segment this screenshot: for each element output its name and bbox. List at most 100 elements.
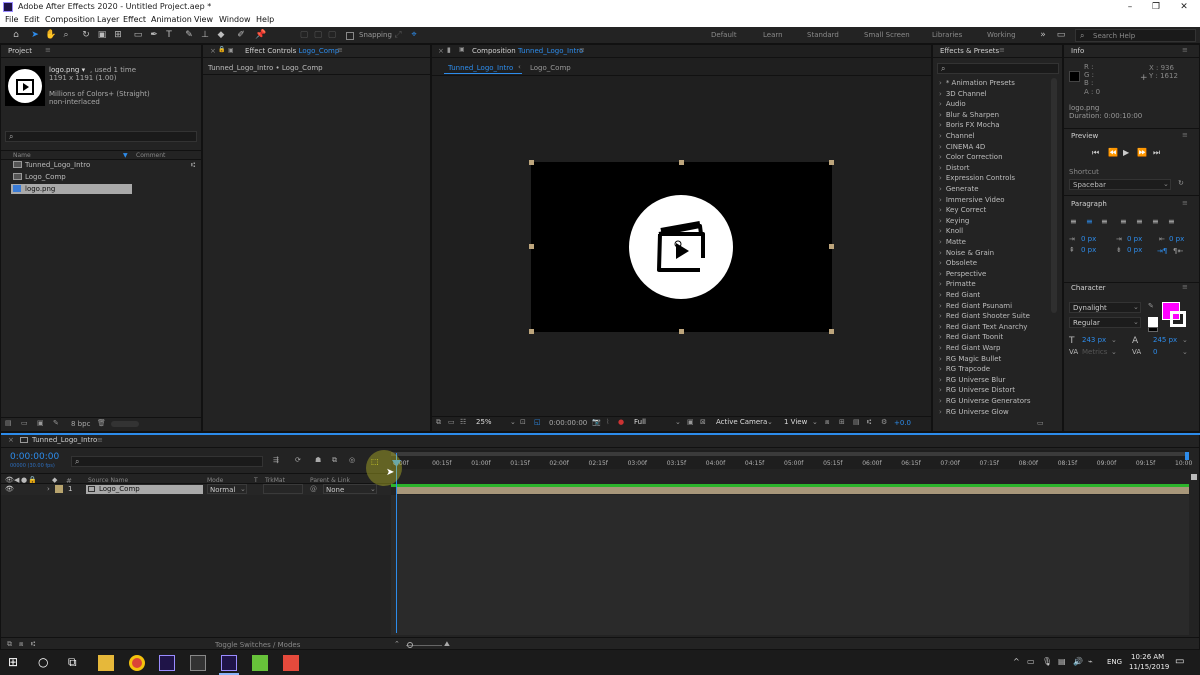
toggle-switches-modes-button[interactable]: Toggle Switches / Modes xyxy=(215,641,300,649)
pen-tool-icon[interactable]: ✒ xyxy=(148,29,160,41)
menu-composition[interactable]: Composition xyxy=(45,15,95,24)
exposure-value[interactable]: +0.0 xyxy=(894,419,911,427)
file-explorer-icon[interactable] xyxy=(98,655,114,671)
expand-chevron-icon[interactable]: › xyxy=(47,485,50,493)
menu-animation[interactable]: Animation xyxy=(151,15,192,24)
bounding-handle[interactable] xyxy=(679,160,684,165)
first-frame-icon[interactable]: ⏮ xyxy=(1092,148,1099,158)
new-composition-icon[interactable]: ▣ xyxy=(37,419,44,427)
bit-depth-label[interactable]: 8 bpc xyxy=(71,420,90,428)
brush-tool-icon[interactable]: ✎ xyxy=(183,29,195,41)
menu-file[interactable]: File xyxy=(5,15,18,24)
hand-tool-icon[interactable]: ✋ xyxy=(45,29,57,41)
layer-duration-bar[interactable] xyxy=(397,487,1189,494)
workspace-overflow-icon[interactable]: » xyxy=(1037,29,1049,41)
composition-lock-icon[interactable]: ▮ xyxy=(447,46,451,54)
clock-date[interactable]: 11/15/2019 xyxy=(1129,663,1169,671)
effects-category-item[interactable]: * Animation Presets xyxy=(939,79,1015,87)
rtl-direction-icon[interactable]: ¶⇤ xyxy=(1173,247,1183,255)
breadcrumb-child[interactable]: Logo_Comp xyxy=(530,64,571,72)
notepad-icon[interactable] xyxy=(190,655,206,671)
project-search-input[interactable]: ⌕ xyxy=(5,131,197,142)
menu-effect[interactable]: Effect xyxy=(123,15,146,24)
shy-layers-icon[interactable]: ☗ xyxy=(315,456,321,464)
toggle-mask-icon[interactable]: ⊡ xyxy=(520,418,526,426)
ltr-direction-icon[interactable]: ⇥¶ xyxy=(1157,247,1167,255)
font-family-dropdown[interactable]: Dynalight ⌄ xyxy=(1069,302,1141,313)
effects-presets-tab[interactable]: Effects & Presets xyxy=(940,47,999,55)
layer-name-field[interactable]: Logo_Comp xyxy=(86,485,203,494)
chrome-icon[interactable] xyxy=(129,655,145,671)
axis-world-icon[interactable]: ▢ xyxy=(312,29,324,41)
interpret-footage-icon[interactable]: ▤ xyxy=(5,419,12,427)
align-center-icon[interactable]: ≡ xyxy=(1086,217,1093,226)
effects-category-item[interactable]: Channel xyxy=(939,132,975,140)
show-snapshot-icon[interactable]: ⌇ xyxy=(606,418,609,426)
effects-category-item[interactable]: Red Giant xyxy=(939,291,980,299)
camera-tool-icon[interactable]: ▣ xyxy=(96,29,108,41)
draft-3d-icon[interactable]: ⟳ xyxy=(295,456,301,464)
breadcrumb-active[interactable]: Tunned_Logo_Intro xyxy=(444,63,522,74)
layer-label-color[interactable] xyxy=(55,485,63,493)
camtasia-recorder-icon[interactable] xyxy=(283,655,299,671)
zoom-out-icon[interactable]: ⌃ xyxy=(394,640,400,648)
language-indicator[interactable]: ENG xyxy=(1107,658,1122,666)
motion-blur-icon[interactable]: ◎ xyxy=(349,456,355,464)
draft-3d-icon[interactable]: ⊞ xyxy=(839,418,845,426)
black-swatch[interactable] xyxy=(1148,327,1158,332)
effects-category-item[interactable]: Immersive Video xyxy=(939,196,1005,204)
camtasia-green-icon[interactable] xyxy=(252,655,268,671)
clock-time[interactable]: 10:26 AM xyxy=(1131,653,1164,661)
last-frame-icon[interactable]: ⏭ xyxy=(1153,148,1160,158)
microphone-icon[interactable]: 🎙 xyxy=(1042,657,1052,666)
project-tab[interactable]: Project xyxy=(8,47,32,55)
type-tool-icon[interactable]: T xyxy=(163,29,175,41)
title-action-safe-icon[interactable]: ◱ xyxy=(534,418,541,426)
zoom-in-icon[interactable]: ⛰ xyxy=(444,640,450,649)
menu-help[interactable]: Help xyxy=(256,15,274,24)
bounding-handle[interactable] xyxy=(529,244,534,249)
bluetooth-icon[interactable]: ⌁ xyxy=(1088,657,1093,666)
chevron-up-icon[interactable]: ^ xyxy=(1013,657,1020,666)
white-swatch[interactable] xyxy=(1148,317,1158,327)
always-preview-icon[interactable]: ⧉ xyxy=(436,418,441,427)
play-icon[interactable]: ▶ xyxy=(1123,148,1129,157)
track-matte-dropdown[interactable] xyxy=(263,484,303,494)
effects-search-input[interactable]: ⌕ xyxy=(937,63,1059,74)
eyedropper-icon[interactable]: ✎ xyxy=(1148,302,1154,310)
after-effects-active-icon[interactable] xyxy=(221,655,237,671)
layer-visibility-icon[interactable]: 👁 xyxy=(5,485,14,493)
panel-menu-icon[interactable]: ≡ xyxy=(579,46,585,54)
current-time-display[interactable]: 0:00:00:00 xyxy=(10,452,59,462)
effects-category-item[interactable]: RG Trapcode xyxy=(939,365,990,373)
effects-category-item[interactable]: Color Correction xyxy=(939,153,1003,161)
lock-icon[interactable]: 🔒 xyxy=(218,46,225,53)
grid-guides-icon[interactable]: ☷ xyxy=(460,418,466,426)
workspace-learn[interactable]: Learn xyxy=(763,31,783,39)
comp-marker-bin-icon[interactable] xyxy=(1191,474,1197,480)
align-right-icon[interactable]: ≡ xyxy=(1101,217,1108,226)
flowchart-icon[interactable]: ⑆ xyxy=(867,418,871,426)
effects-category-item[interactable]: RG Universe Generators xyxy=(939,397,1031,405)
minimize-button[interactable]: – xyxy=(1116,0,1144,14)
eraser-tool-icon[interactable]: ◆ xyxy=(215,29,227,41)
timeline-icon[interactable]: ▤ xyxy=(853,418,860,426)
font-size-value[interactable]: 243 px xyxy=(1082,336,1106,344)
info-tab[interactable]: Info xyxy=(1071,47,1084,55)
effects-category-item[interactable]: Red Giant Toonit xyxy=(939,333,1003,341)
bounding-handle[interactable] xyxy=(679,329,684,334)
effects-category-item[interactable]: 3D Channel xyxy=(939,90,987,98)
panel-menu-icon[interactable]: ≡ xyxy=(97,436,103,444)
workspace-working[interactable]: Working xyxy=(987,31,1016,39)
bounding-handle[interactable] xyxy=(829,244,834,249)
effects-category-item[interactable]: Red Giant Shooter Suite xyxy=(939,312,1030,320)
axis-view-icon[interactable]: ▢ xyxy=(326,29,338,41)
snapshot-icon[interactable]: 📷 xyxy=(592,418,601,426)
panel-menu-icon[interactable]: ≡ xyxy=(999,46,1005,54)
restore-button[interactable]: ❐ xyxy=(1142,0,1170,14)
comment-column-header[interactable]: Comment xyxy=(136,152,165,159)
effects-category-item[interactable]: Obsolete xyxy=(939,259,977,267)
leading-value[interactable]: 245 px xyxy=(1153,336,1177,344)
effects-category-item[interactable]: Perspective xyxy=(939,270,987,278)
panel-menu-icon[interactable]: ≡ xyxy=(1182,131,1188,139)
